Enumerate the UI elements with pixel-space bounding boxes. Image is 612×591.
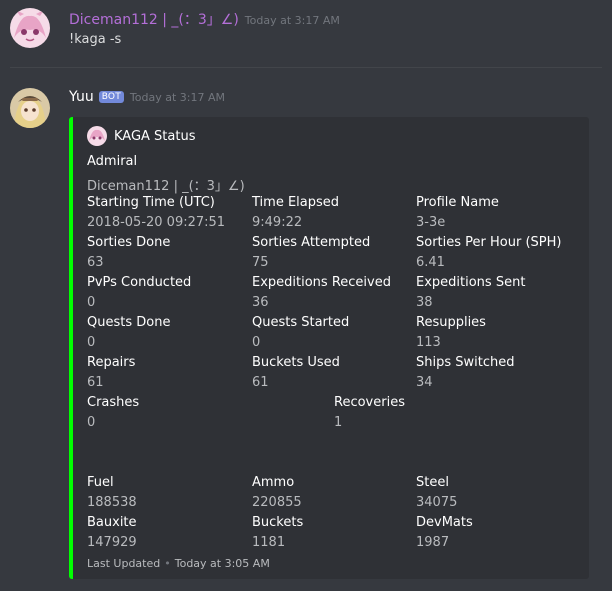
field-value: 2018-05-20 09:27:51	[87, 215, 226, 230]
field-steel: Steel 34075	[416, 474, 457, 511]
field-expeditions-sent: Expeditions Sent 38	[416, 274, 525, 311]
author-name[interactable]: Yuu	[69, 89, 94, 105]
field-value: 9:49:22	[252, 215, 303, 230]
field-quests-started: Quests Started 0	[252, 314, 349, 351]
bot-tag: BOT	[98, 91, 124, 103]
field-name: Sorties Done	[87, 235, 171, 250]
field-buckets-used: Buckets Used 61	[252, 354, 340, 391]
field-resupplies: Resupplies 113	[416, 314, 486, 351]
message-divider	[10, 67, 602, 68]
field-name: Bauxite	[87, 515, 137, 530]
embed-title: Admiral	[87, 154, 138, 169]
field-profile-name: Profile Name 3-3e	[416, 194, 499, 231]
field-devmats: DevMats 1987	[416, 514, 473, 551]
field-buckets: Buckets 1181	[252, 514, 303, 551]
field-value: 75	[252, 255, 269, 270]
field-sorties-attempted: Sorties Attempted 75	[252, 234, 370, 271]
field-name: Ships Switched	[416, 355, 515, 370]
field-name: Sorties Attempted	[252, 235, 371, 250]
field-value: 6.41	[416, 255, 445, 270]
user-avatar[interactable]	[10, 8, 50, 48]
field-value: 61	[87, 375, 104, 390]
field-name: Recoveries	[334, 395, 405, 410]
author-name[interactable]: Diceman112 | _(：3」∠)	[69, 12, 239, 28]
field-name: Resupplies	[416, 315, 486, 330]
field-name: Starting Time (UTC)	[87, 195, 215, 210]
field-value: 1987	[416, 535, 450, 550]
field-name: Profile Name	[416, 195, 499, 210]
embed-description: Diceman112 | _(：3」∠)	[87, 179, 245, 194]
field-name: Quests Done	[87, 315, 171, 330]
field-value: 113	[416, 335, 441, 350]
field-ammo: Ammo 220855	[252, 474, 302, 511]
message-timestamp: Today at 3:17 AM	[129, 91, 225, 104]
field-value: 34	[416, 375, 433, 390]
field-time-elapsed: Time Elapsed 9:49:22	[252, 194, 339, 231]
field-value: 1	[334, 415, 343, 430]
field-value: 63	[87, 255, 104, 270]
field-value: 3-3e	[416, 215, 446, 230]
field-bauxite: Bauxite 147929	[87, 514, 137, 551]
field-name: Expeditions Sent	[416, 275, 526, 290]
field-repairs: Repairs 61	[87, 354, 135, 391]
field-sorties-done: Sorties Done 63	[87, 234, 170, 271]
field-value: 220855	[252, 495, 302, 510]
field-ships-switched: Ships Switched 34	[416, 354, 515, 391]
field-name: PvPs Conducted	[87, 275, 192, 290]
field-value: 0	[87, 415, 96, 430]
field-recoveries: Recoveries 1	[334, 394, 405, 431]
field-quests-done: Quests Done 0	[87, 314, 170, 351]
field-value: 38	[416, 295, 433, 310]
field-value: 0	[87, 335, 96, 350]
field-value: 147929	[87, 535, 137, 550]
field-name: Crashes	[87, 395, 140, 410]
message-timestamp: Today at 3:17 AM	[244, 14, 340, 27]
field-value: 34075	[416, 495, 458, 510]
field-name: Expeditions Received	[252, 275, 391, 290]
field-value: 188538	[87, 495, 137, 510]
field-name: Time Elapsed	[252, 195, 340, 210]
field-name: Sorties Per Hour (SPH)	[416, 235, 562, 250]
field-name: Quests Started	[252, 315, 350, 330]
field-fuel: Fuel 188538	[87, 474, 137, 511]
embed-author-icon	[87, 126, 107, 146]
footer-label: Last Updated	[87, 557, 161, 570]
field-value: 61	[252, 375, 269, 390]
message-text: !kaga -s	[69, 32, 122, 47]
field-name: Steel	[416, 475, 449, 490]
field-value: 0	[252, 335, 261, 350]
message-diceman: Diceman112 | _(：3」∠) Today at 3:17 AM !ka…	[0, 0, 612, 68]
field-name: Repairs	[87, 355, 136, 370]
field-value: 36	[252, 295, 269, 310]
field-value: 0	[87, 295, 96, 310]
footer-timestamp: Today at 3:05 AM	[174, 557, 270, 570]
field-pvps-conducted: PvPs Conducted 0	[87, 274, 191, 311]
embed-footer: Last Updated • Today at 3:05 AM	[87, 557, 270, 570]
bot-avatar[interactable]	[10, 88, 50, 128]
message-author[interactable]: Diceman112 | _(：3」∠) Today at 3:17 AM	[69, 9, 340, 29]
field-expeditions-received: Expeditions Received 36	[252, 274, 391, 311]
field-value: 1181	[252, 535, 286, 550]
embed-author-name: KAGA Status	[114, 128, 196, 144]
field-crashes: Crashes 0	[87, 394, 139, 431]
footer-separator: •	[164, 557, 171, 570]
field-name: Buckets	[252, 515, 304, 530]
embed-author: KAGA Status	[87, 126, 196, 146]
field-name: DevMats	[416, 515, 473, 530]
field-starting-time: Starting Time (UTC) 2018-05-20 09:27:51	[87, 194, 225, 231]
status-embed: KAGA Status Admiral Diceman112 | _(：3」∠)…	[69, 117, 589, 579]
field-name: Ammo	[252, 475, 295, 490]
field-sorties-per-hour: Sorties Per Hour (SPH) 6.41	[416, 234, 561, 271]
message-author[interactable]: Yuu BOT Today at 3:17 AM	[69, 89, 225, 105]
field-name: Buckets Used	[252, 355, 340, 370]
field-name: Fuel	[87, 475, 114, 490]
